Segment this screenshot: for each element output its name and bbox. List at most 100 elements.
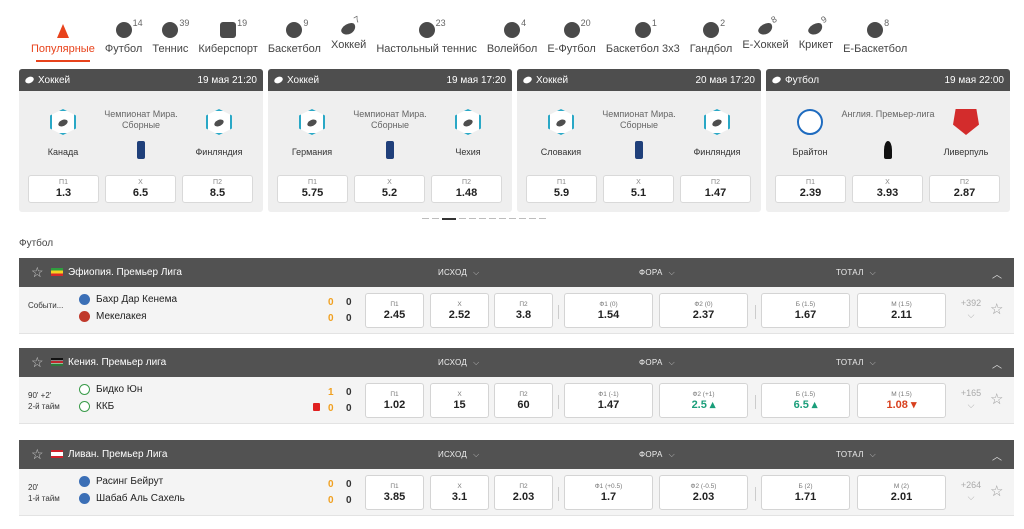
page-dot[interactable]: [499, 218, 506, 219]
favorite-star-icon[interactable]: ☆: [31, 265, 44, 279]
odd-p2[interactable]: П2 3.8: [494, 293, 553, 328]
league-block: ☆ Эфиопия. Премьер Лига ИСХОД ФОРА ТОТАЛ…: [19, 258, 1014, 334]
odd-handicap-1[interactable]: Ф1 (0) 1.54: [564, 293, 653, 328]
tab-basketball-3x3[interactable]: 1 Баскетбол 3х3: [601, 14, 685, 62]
odd-button-p2[interactable]: П2 1.47: [680, 175, 751, 203]
league-header[interactable]: ☆ Кения. Премьер лига ИСХОД ФОРА ТОТАЛ ︿: [19, 348, 1014, 377]
odd-handicap-1[interactable]: Ф1 (+0.5) 1.7: [564, 475, 653, 510]
odd-x[interactable]: X 3.1: [430, 475, 489, 510]
odd-button-p1[interactable]: П1 1.3: [28, 175, 99, 203]
column-outcome[interactable]: ИСХОД: [438, 358, 480, 368]
tab-cricket[interactable]: 9 Крикет: [794, 14, 838, 62]
match-row[interactable]: 20' 1-й тайм Расинг Бейрут Шабаб Аль Сахе…: [19, 469, 1014, 516]
tab-volleyball[interactable]: 4 Волейбол: [482, 14, 543, 62]
odd-button-x[interactable]: X 5.1: [603, 175, 674, 203]
page-dot[interactable]: [469, 218, 476, 219]
tab-e-hockey[interactable]: 8 Е-Хоккей: [737, 14, 793, 62]
odd-button-p1[interactable]: П1 5.9: [526, 175, 597, 203]
favorite-star-icon[interactable]: ☆: [31, 447, 44, 461]
tab-tennis[interactable]: 39 Теннис: [147, 14, 193, 62]
odd-x[interactable]: X 2.52: [430, 293, 489, 328]
page-dot[interactable]: [519, 218, 526, 219]
featured-match-card[interactable]: Хоккей 19 мая 17:20 Германия Чемпионат Ми…: [268, 69, 512, 212]
tab-basketball[interactable]: 9 Баскетбол: [263, 14, 326, 62]
column-total[interactable]: ТОТАЛ: [836, 358, 876, 368]
tab-table-tennis[interactable]: 23 Настольный теннис: [371, 14, 482, 62]
tab-football[interactable]: 14 Футбол: [100, 14, 148, 62]
page-dot[interactable]: [529, 218, 536, 219]
championship-label: Чемпионат Мира. Сборные: [602, 109, 676, 130]
collapse-icon[interactable]: ︿: [992, 356, 1002, 371]
column-total[interactable]: ТОТАЛ: [836, 450, 876, 460]
odd-total-over[interactable]: Б (1.5) 1.67: [761, 293, 850, 328]
featured-match-card[interactable]: Хоккей 19 мая 21:20 Канада Чемпионат Мира…: [19, 69, 263, 212]
column-total[interactable]: ТОТАЛ: [836, 268, 876, 278]
odd-button-p2[interactable]: П2 8.5: [182, 175, 253, 203]
match-row[interactable]: 90' +2' 2-й тайм Бидко Юн ККБ 1 0 0 0 П1 1…: [19, 377, 1014, 424]
chevron-down-icon: ⌵: [967, 400, 975, 410]
odd-p1[interactable]: П1 3.85: [365, 475, 424, 510]
page-dot[interactable]: [459, 218, 466, 219]
odd-button-p2[interactable]: П2 2.87: [929, 175, 1000, 203]
featured-match-card[interactable]: Футбол 19 мая 22:00 Брайтон Англия. Премь…: [766, 69, 1010, 212]
odd-total-under[interactable]: М (1.5) 1.08 ▾: [857, 383, 946, 418]
favorite-star-icon[interactable]: ☆: [990, 302, 1003, 317]
odd-p2[interactable]: П2 2.03: [494, 475, 553, 510]
odd-p1[interactable]: П1 1.02: [365, 383, 424, 418]
column-handicap[interactable]: ФОРА: [639, 268, 675, 278]
tab-handball[interactable]: 2 Гандбол: [685, 14, 738, 62]
page-dot[interactable]: [539, 218, 546, 219]
league-header[interactable]: ☆ Ливан. Премьер Лига ИСХОД ФОРА ТОТАЛ ︿: [19, 440, 1014, 469]
odd-handicap-1[interactable]: Ф1 (-1) 1.47: [564, 383, 653, 418]
collapse-icon[interactable]: ︿: [992, 266, 1002, 281]
odd-total-over[interactable]: Б (1.5) 6.5 ▴: [761, 383, 850, 418]
odd-button-x[interactable]: X 3.93: [852, 175, 923, 203]
favorite-star-icon[interactable]: ☆: [990, 392, 1003, 407]
odd-button-x[interactable]: X 6.5: [105, 175, 176, 203]
favorite-star-icon[interactable]: ☆: [31, 355, 44, 369]
team-badge-icon: [79, 294, 90, 305]
more-markets-button[interactable]: +165 ⌵: [959, 387, 983, 411]
page-dot[interactable]: [509, 218, 516, 219]
team-logo-icon: [206, 109, 232, 135]
odd-handicap-2[interactable]: Ф2 (+1) 2.5 ▴: [659, 383, 748, 418]
page-dot[interactable]: [432, 218, 439, 219]
column-handicap[interactable]: ФОРА: [639, 358, 675, 368]
page-dot[interactable]: [479, 218, 486, 219]
page-dot-active[interactable]: [442, 218, 456, 220]
odd-button-p1[interactable]: П1 2.39: [775, 175, 846, 203]
odd-button-p1[interactable]: П1 5.75: [277, 175, 348, 203]
odd-total-under[interactable]: М (1.5) 2.11: [857, 293, 946, 328]
odd-p2[interactable]: П2 60: [494, 383, 553, 418]
carousel-pagination[interactable]: [422, 218, 546, 220]
odd-button-p2[interactable]: П2 1.48: [431, 175, 502, 203]
tab-e-basketball[interactable]: 8 Е-Баскетбол: [838, 14, 912, 62]
match-row[interactable]: Событи... Бахр Дар Кенема Мекелакея 0 0 …: [19, 287, 1014, 334]
flag-icon: [51, 450, 63, 458]
tab-popular[interactable]: Популярные: [26, 14, 100, 62]
odd-button-x[interactable]: X 5.2: [354, 175, 425, 203]
odd-value: 2.45: [383, 309, 406, 321]
odd-total-under[interactable]: М (2) 2.01: [857, 475, 946, 510]
collapse-icon[interactable]: ︿: [992, 448, 1002, 463]
tab-hockey[interactable]: 7 Хоккей: [326, 14, 371, 62]
odd-p1[interactable]: П1 2.45: [365, 293, 424, 328]
more-markets-button[interactable]: +392 ⌵: [959, 297, 983, 321]
odd-handicap-2[interactable]: Ф2 (0) 2.37: [659, 293, 748, 328]
league-header[interactable]: ☆ Эфиопия. Премьер Лига ИСХОД ФОРА ТОТАЛ…: [19, 258, 1014, 287]
column-handicap[interactable]: ФОРА: [639, 450, 675, 460]
odd-total-over[interactable]: Б (2) 1.71: [761, 475, 850, 510]
featured-match-card[interactable]: Хоккей 20 мая 17:20 Словакия Чемпионат Ми…: [517, 69, 761, 212]
odd-x[interactable]: X 15: [430, 383, 489, 418]
tab-label: Баскетбол: [267, 43, 321, 55]
tab-e-football[interactable]: 20 Е-Футбол: [542, 14, 601, 62]
page-dot[interactable]: [489, 218, 496, 219]
more-markets-button[interactable]: +264 ⌵: [959, 479, 983, 503]
odd-handicap-2[interactable]: Ф2 (-0.5) 2.03: [659, 475, 748, 510]
favorite-star-icon[interactable]: ☆: [990, 484, 1003, 499]
page-dot[interactable]: [422, 218, 429, 219]
column-outcome[interactable]: ИСХОД: [438, 450, 480, 460]
tab-esports[interactable]: 19 Киберспорт: [193, 14, 262, 62]
tab-label: Хоккей: [330, 39, 367, 51]
column-outcome[interactable]: ИСХОД: [438, 268, 480, 278]
